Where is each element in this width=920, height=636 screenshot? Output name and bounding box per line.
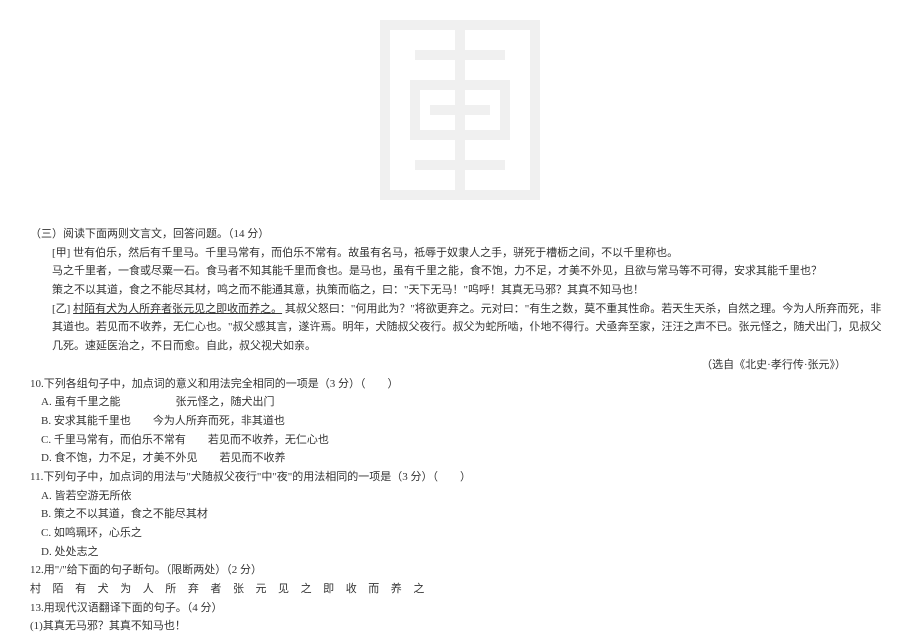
jia-p1: 世有伯乐，然后有千里马。千里马常有，而伯乐不常有。故虽有名马，祗辱于奴隶人之手，… [73, 247, 678, 259]
q10-b-main: B. 安求其能千里也 [41, 415, 131, 427]
q10-option-a: A. 虽有千里之能 张元怪之，随犬出门 [30, 393, 890, 412]
yi-underlined: 村陌有犬为人所弃者张元见之即收而养之。 [73, 303, 282, 315]
passage-jia-line2: 马之千里者，一食或尽粟一石。食马者不知其能千里而食也。是马也，虽有千里之能，食不… [30, 262, 890, 281]
q11-option-a: A. 皆若空游无所依 [30, 487, 890, 506]
yi-label: [乙] [52, 303, 70, 315]
source-citation: （选自《北史·孝行传·张元》） [30, 356, 890, 375]
q10-option-c: C. 千里马常有，而伯乐不常有 若见而不收养，无仁心也 [30, 431, 890, 450]
q10-option-d: D. 食不饱，力不足，才美不外见 若见而不收养 [30, 449, 890, 468]
q11-prompt: 11.下列句子中，加点词的用法与"犬随叔父夜行"中"夜"的用法相同的一项是（3 … [30, 468, 890, 487]
document-body: （三）阅读下面两则文言文，回答问题。（14 分） [甲] 世有伯乐，然后有千里马… [30, 225, 890, 636]
q11-option-d: D. 处处志之 [30, 543, 890, 562]
q11-option-c: C. 如鸣珮环，心乐之 [30, 524, 890, 543]
q10-option-b: B. 安求其能千里也 今为人所弃而死，非其道也 [30, 412, 890, 431]
q13-sub1: (1)其真无马邪？其真不知马也！ [30, 617, 890, 636]
jia-label: [甲] [52, 247, 70, 259]
q12-prompt: 12.用"/"给下面的句子断句。（限断两处）（2 分） [30, 561, 890, 580]
q10-d-main: D. 食不饱，力不足，才美不外见 [41, 452, 197, 464]
passage-jia-line1: [甲] 世有伯乐，然后有千里马。千里马常有，而伯乐不常有。故虽有名马，祗辱于奴隶… [30, 244, 890, 263]
section-header: （三）阅读下面两则文言文，回答问题。（14 分） [30, 225, 890, 244]
q10-c-main: C. 千里马常有，而伯乐不常有 [41, 434, 186, 446]
passage-yi-line1: [乙] 村陌有犬为人所弃者张元见之即收而养之。 其叔父怒曰："何用此为？"将欲更… [30, 300, 890, 356]
q10-d-sub: 若见而不收养 [219, 452, 285, 464]
passage-jia-line3: 策之不以其道，食之不能尽其材，鸣之而不能通其意，执策而临之，曰："天下无马！"呜… [30, 281, 890, 300]
q10-a-sub: 张元怪之，随犬出门 [175, 396, 274, 408]
q10-c-sub: 若见而不收养，无仁心也 [208, 434, 329, 446]
q13-prompt: 13.用现代汉语翻译下面的句子。（4 分） [30, 599, 890, 618]
q10-b-sub: 今为人所弃而死，非其道也 [153, 415, 285, 427]
watermark-logo [375, 15, 545, 208]
q10-prompt: 10.下列各组句子中，加点词的意义和用法完全相同的一项是（3 分）（ ） [30, 375, 890, 394]
q10-a-main: A. 虽有千里之能 [41, 396, 120, 408]
q11-option-b: B. 策之不以其道，食之不能尽其材 [30, 505, 890, 524]
q12-sentence: 村 陌 有 犬 为 人 所 弃 者 张 元 见 之 即 收 而 养 之 [30, 580, 890, 599]
